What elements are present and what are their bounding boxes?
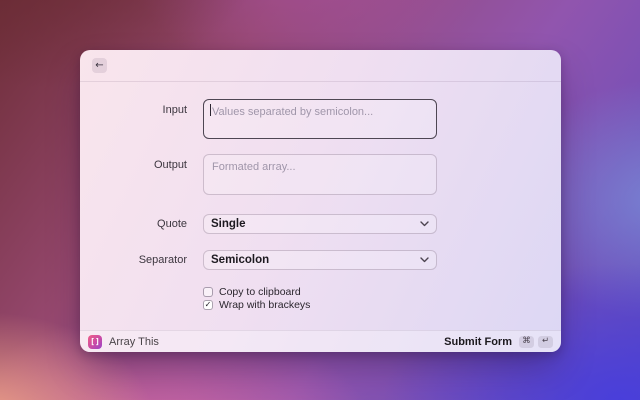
input-row: Input [80, 99, 561, 139]
input-label: Input [80, 99, 187, 139]
submit-form-button[interactable]: Submit Form ⌘ ↵ [444, 336, 553, 348]
checkbox-unchecked-icon [203, 287, 213, 297]
quote-select-value: Single [211, 218, 246, 230]
submit-form-label: Submit Form [444, 336, 512, 348]
check-icon: ✓ [205, 301, 212, 309]
input-field-wrap [203, 99, 437, 139]
back-button[interactable]: ← [92, 58, 107, 73]
separator-select-value: Semicolon [211, 254, 269, 266]
text-caret [210, 104, 211, 116]
array-this-app-icon: [] [88, 335, 102, 349]
separator-select[interactable]: Semicolon [203, 250, 437, 270]
input-textarea[interactable] [203, 99, 437, 139]
output-row: Output [80, 154, 561, 197]
wrap-with-brackets-checkbox[interactable]: ✓ Wrap with brackeys [203, 299, 561, 311]
chevron-down-icon [420, 257, 429, 263]
action-bar: [] Array This Submit Form ⌘ ↵ [80, 330, 561, 352]
copy-to-clipboard-checkbox[interactable]: Copy to clipboard [203, 286, 561, 298]
output-field-wrap [203, 154, 437, 197]
command-key-icon: ⌘ [519, 336, 534, 348]
chevron-down-icon [420, 221, 429, 227]
app-name: Array This [109, 336, 159, 348]
checkbox-label: Wrap with brackeys [219, 299, 310, 311]
checkbox-group: Copy to clipboard ✓ Wrap with brackeys [203, 286, 561, 311]
quote-label: Quote [80, 218, 187, 230]
separator-row: Separator Semicolon [80, 250, 561, 270]
quote-row: Quote Single [80, 214, 561, 234]
output-label: Output [80, 154, 187, 197]
arrow-left-icon: ← [95, 61, 103, 71]
app-window: ← Input Output Quote Single [80, 50, 561, 352]
checkbox-checked-icon: ✓ [203, 300, 213, 310]
form-content: Input Output Quote Single Separator [80, 82, 561, 311]
output-textarea[interactable] [203, 154, 437, 195]
brackets-icon: [] [90, 338, 100, 346]
return-key-icon: ↵ [538, 336, 553, 348]
quote-select[interactable]: Single [203, 214, 437, 234]
separator-label: Separator [80, 254, 187, 266]
checkbox-label: Copy to clipboard [219, 286, 301, 298]
window-header: ← [80, 50, 561, 82]
